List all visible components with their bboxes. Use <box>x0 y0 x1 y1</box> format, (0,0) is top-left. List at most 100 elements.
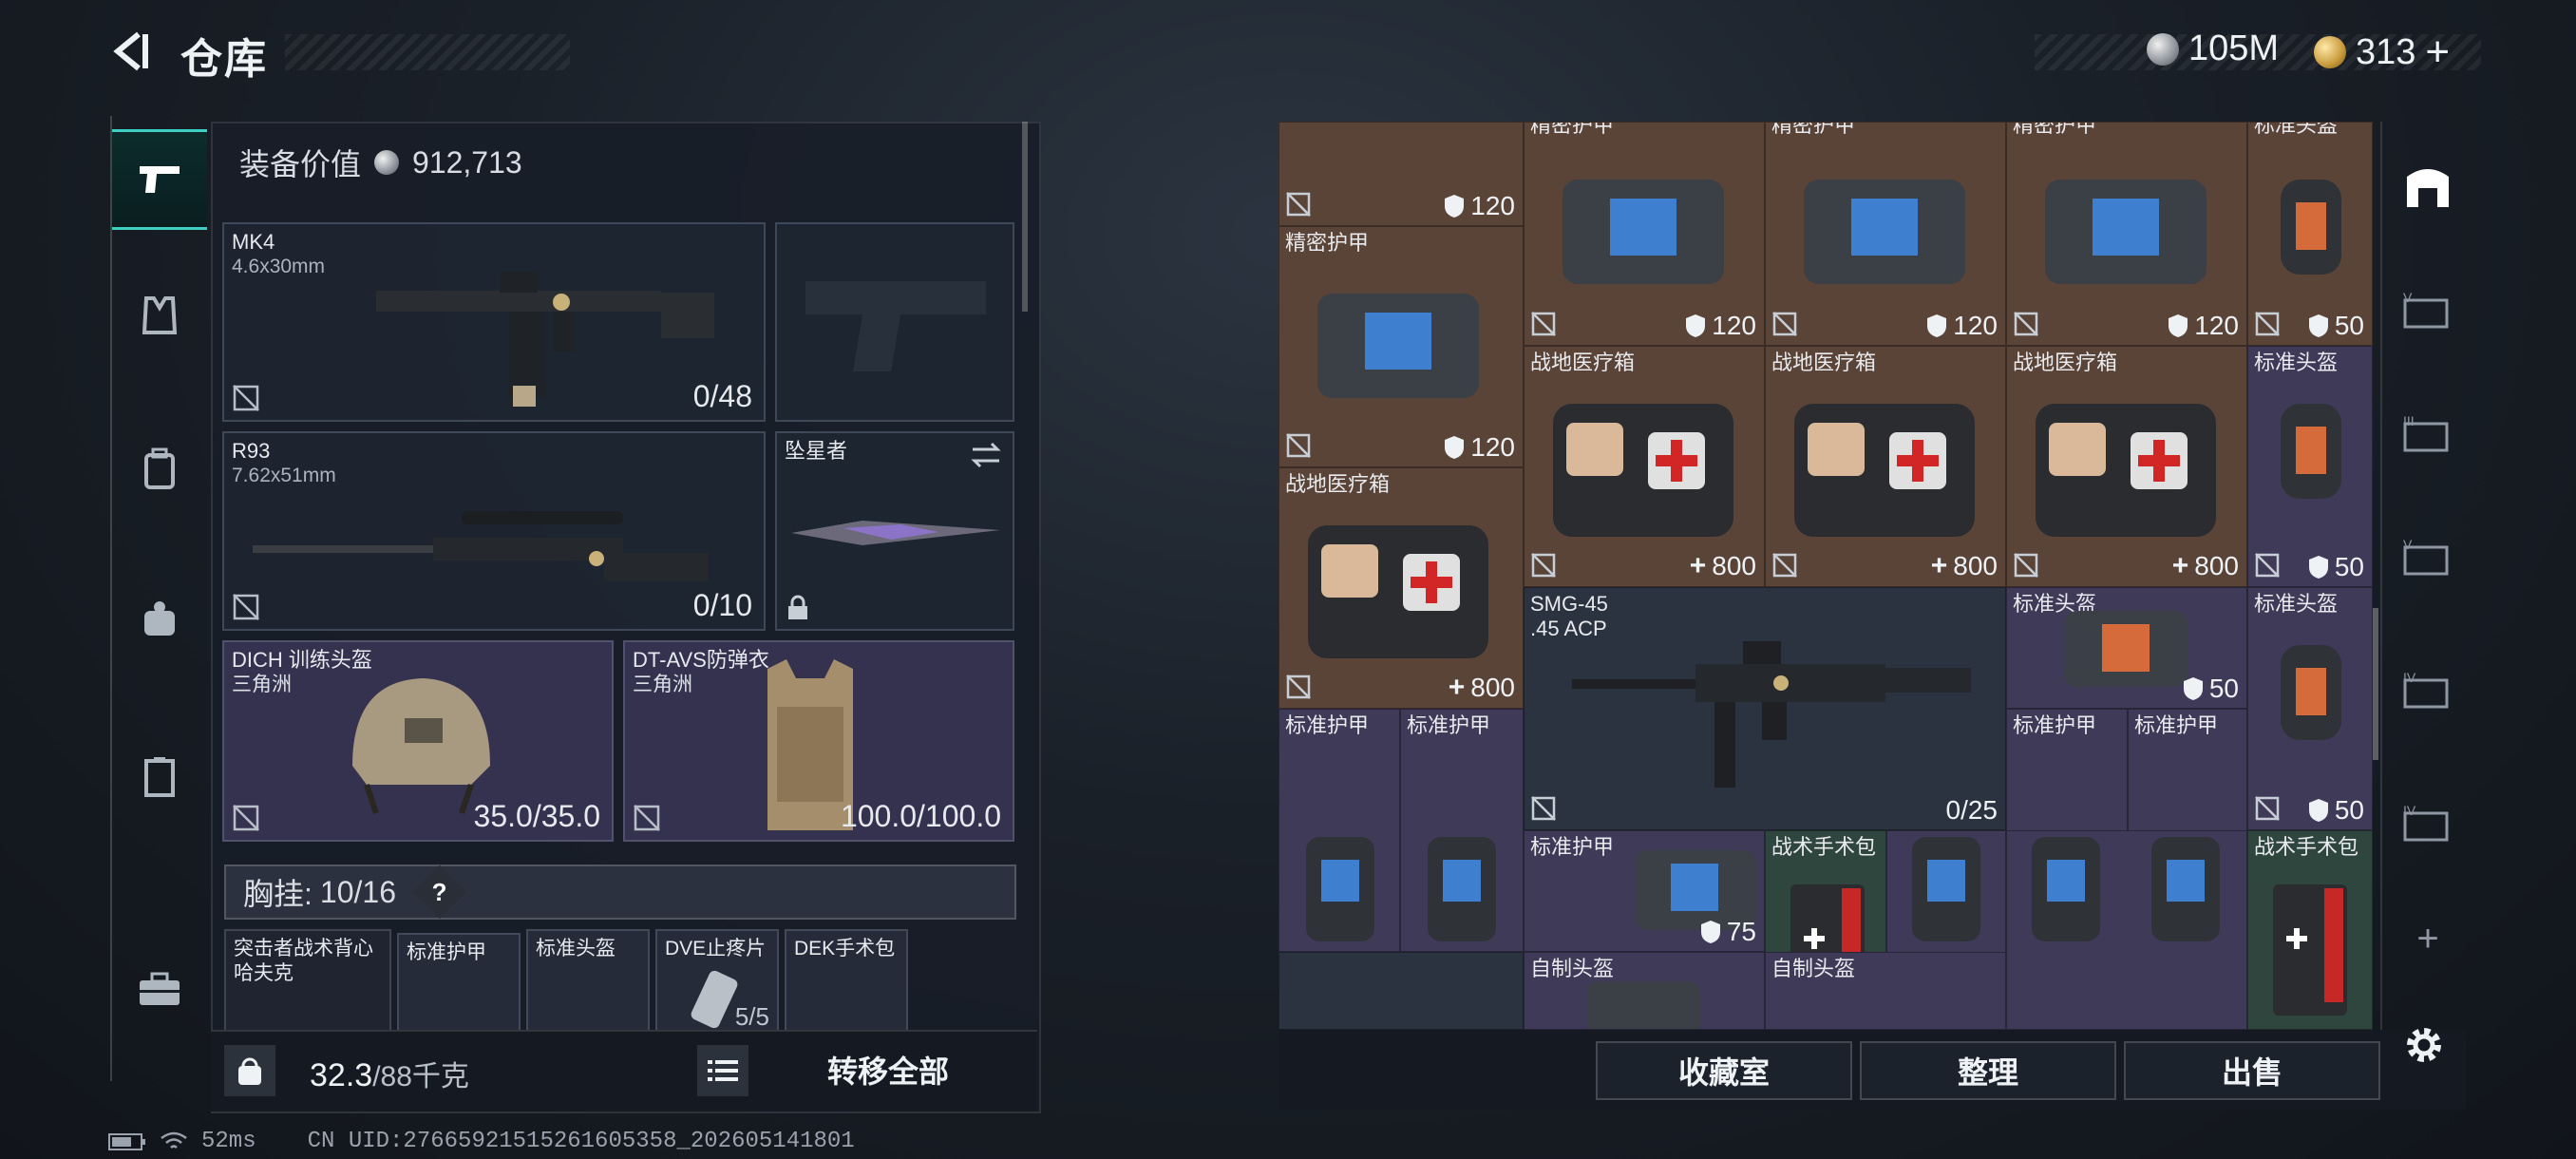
wifi-icon <box>161 1131 187 1149</box>
rig-item-vest[interactable]: 突击者战术背心 哈夫克 <box>224 929 391 1034</box>
stash-item-name: 战术手术包 <box>1771 835 1877 859</box>
helmet-slot[interactable]: DICH 训练头盔 三角洲 35.0/35.0 <box>222 640 614 842</box>
transfer-all-button[interactable]: 转移全部 <box>760 1037 1016 1102</box>
chest-rig-header[interactable]: 胸挂: 10/16 ? <box>224 864 1016 920</box>
shield-icon <box>1445 195 1465 218</box>
armor-slot[interactable]: DT-AVS防弹衣 三角洲 100.0/100.0 <box>623 640 1014 842</box>
stash-item-field-medkit[interactable]: 战地医疗箱 +800 <box>1765 346 2006 587</box>
stash-item-value: +800 <box>1689 550 1756 581</box>
stash-item-field-medkit[interactable]: 战地医疗箱 +800 <box>1524 346 1765 587</box>
uninsured-icon <box>2255 796 2280 821</box>
stash-item-name: 标准护甲 <box>2013 713 2097 737</box>
stash-item-standard-armor[interactable]: 标准护甲 <box>1400 709 1524 952</box>
armor-bag-image <box>1317 294 1479 398</box>
stash-item-precision-armor[interactable]: 精密护甲 120 <box>1765 122 2006 346</box>
uninsured-icon <box>233 805 259 831</box>
stash-item-precision-armor[interactable]: 精密护甲 120 <box>1524 122 1765 346</box>
sort-button[interactable]: 整理 <box>1860 1041 2116 1100</box>
helmet-image <box>2281 180 2341 275</box>
settings-button[interactable] <box>2399 1020 2449 1070</box>
nav-weapons[interactable] <box>112 129 207 230</box>
stash-page-4b-tab[interactable]: IV <box>2390 787 2466 863</box>
sell-button[interactable]: 出售 <box>2124 1041 2380 1100</box>
nav-backpack[interactable] <box>112 422 207 517</box>
stash-item-smg45[interactable]: SMG-45 .45 ACP 0/25 <box>1524 587 2006 830</box>
add-gold-button[interactable]: + <box>2425 28 2450 76</box>
stash-item-standard-helmet[interactable]: 标准头盔 50 <box>2247 346 2373 587</box>
stash-item-standard-helmet[interactable]: 标准头盔 50 <box>2006 587 2247 709</box>
stash-page-icon: III <box>2403 414 2449 452</box>
uninsured-icon <box>1531 553 1556 578</box>
help-icon: ? <box>432 877 447 906</box>
armor-durability: 100.0/100.0 <box>840 799 1001 833</box>
rig-item-helmet[interactable]: 标准头盔 <box>526 929 650 1034</box>
stash-item-field-medkit[interactable]: 战地医疗箱 +800 <box>2006 346 2247 587</box>
stash-item-value: 120 <box>2168 311 2239 341</box>
rig-item-armor[interactable]: 标准护甲 <box>397 933 521 1037</box>
stash-item-standard-armor[interactable]: 标准护甲 <box>1279 709 1400 952</box>
stash-scrollbar[interactable] <box>2373 608 2378 760</box>
stash-item-homemade-helmet[interactable]: 自制头盔 <box>1524 952 1765 1030</box>
rig-item-painkiller[interactable]: DVE止疼片 5/5 <box>655 929 779 1034</box>
stash-page-icon: V <box>2403 538 2449 576</box>
plus-icon: + <box>1448 672 1466 703</box>
nav-case[interactable] <box>112 730 207 825</box>
stash-item-field-medkit[interactable]: 战地医疗箱 +800 <box>1279 467 1524 709</box>
carry-weight: 32.3/88千克 <box>310 1053 469 1094</box>
gold-amount: 313 <box>2356 31 2416 72</box>
stash-item-standard-helmet[interactable]: 标准头盔 50 <box>2247 587 2373 830</box>
help-button[interactable]: ? <box>412 864 467 920</box>
add-stash-page-button[interactable]: + <box>2390 901 2466 977</box>
stash-empty-cell[interactable] <box>1279 952 1524 1030</box>
gear-icon <box>2407 1028 2441 1062</box>
svg-text:V: V <box>2403 538 2413 552</box>
stash-overview-tab[interactable] <box>2390 148 2466 224</box>
primary-weapon-slot[interactable]: MK4 4.6x30mm 0/48 <box>222 222 766 422</box>
stash-item-precision-armor[interactable]: 精密护甲 120 <box>1279 226 1524 467</box>
helmet-bag-image <box>1587 981 1699 1029</box>
stash-item-value: +800 <box>1930 550 1998 581</box>
nav-toolbox[interactable] <box>112 942 207 1037</box>
rig-item-name: DVE止疼片 <box>665 938 767 960</box>
secondary-weapon-slot[interactable]: R93 7.62x51mm 0/10 <box>222 431 766 631</box>
stash-item-name: 标准护甲 <box>1530 835 1615 859</box>
stash-item-tactical-surgery-kit[interactable]: 战术手术包 <box>2247 830 2373 1030</box>
stash-page-3-tab[interactable]: III <box>2390 397 2466 473</box>
collection-room-button[interactable]: 收藏室 <box>1596 1041 1852 1100</box>
stash-item-name: 精密护甲 <box>2013 122 2097 137</box>
stash-page-5b-tab[interactable]: V <box>2390 521 2466 597</box>
weight-button[interactable] <box>224 1045 275 1096</box>
loadout-scrollbar[interactable] <box>1022 122 1028 312</box>
stash-item-armor[interactable] <box>2006 830 2247 1030</box>
case-icon <box>144 757 175 797</box>
stash-item-standard-helmet[interactable]: 标准头盔 50 <box>2247 122 2373 346</box>
stash-page-5-tab[interactable]: V <box>2390 274 2466 350</box>
stash-item-name: 标准头盔 <box>2254 592 2339 616</box>
stash-item-homemade-helmet[interactable]: 自制头盔 <box>1765 952 2006 1030</box>
nav-rig[interactable] <box>112 268 207 363</box>
swap-icon[interactable] <box>969 441 1003 469</box>
stash-item-armor[interactable]: 120 <box>1279 122 1524 226</box>
stash-item-value: 120 <box>1926 311 1998 341</box>
backpack-icon <box>144 447 175 489</box>
gold-currency[interactable]: 313 + <box>2314 28 2450 76</box>
armor-bag-image <box>2045 180 2207 284</box>
sidearm-slot-empty[interactable] <box>775 222 1014 422</box>
shield-icon <box>2308 799 2328 822</box>
uninsured-icon <box>1772 312 1797 336</box>
medkit-image <box>1553 404 1733 537</box>
stash-item-name: 标准头盔 <box>2254 122 2339 137</box>
stash-item-precision-armor[interactable]: 精密护甲 120 <box>2006 122 2247 346</box>
stash-page-4-tab[interactable]: IV <box>2390 654 2466 730</box>
stash-item-standard-armor[interactable]: 标准护甲 75 <box>1524 830 1765 952</box>
rig-item-surgery-kit[interactable]: DEK手术包 <box>785 929 908 1034</box>
nav-pouch[interactable] <box>112 572 207 667</box>
list-view-button[interactable] <box>697 1045 748 1096</box>
primary-weapon-caliber: 4.6x30mm <box>232 256 326 277</box>
back-button[interactable] <box>104 25 158 78</box>
uninsured-icon <box>2255 312 2280 336</box>
melee-slot[interactable]: 坠星者 <box>775 431 1014 631</box>
equipment-value-label: 装备价值 <box>239 147 362 181</box>
toolbox-icon <box>140 972 180 1005</box>
armor-origin: 三角洲 <box>633 674 692 695</box>
